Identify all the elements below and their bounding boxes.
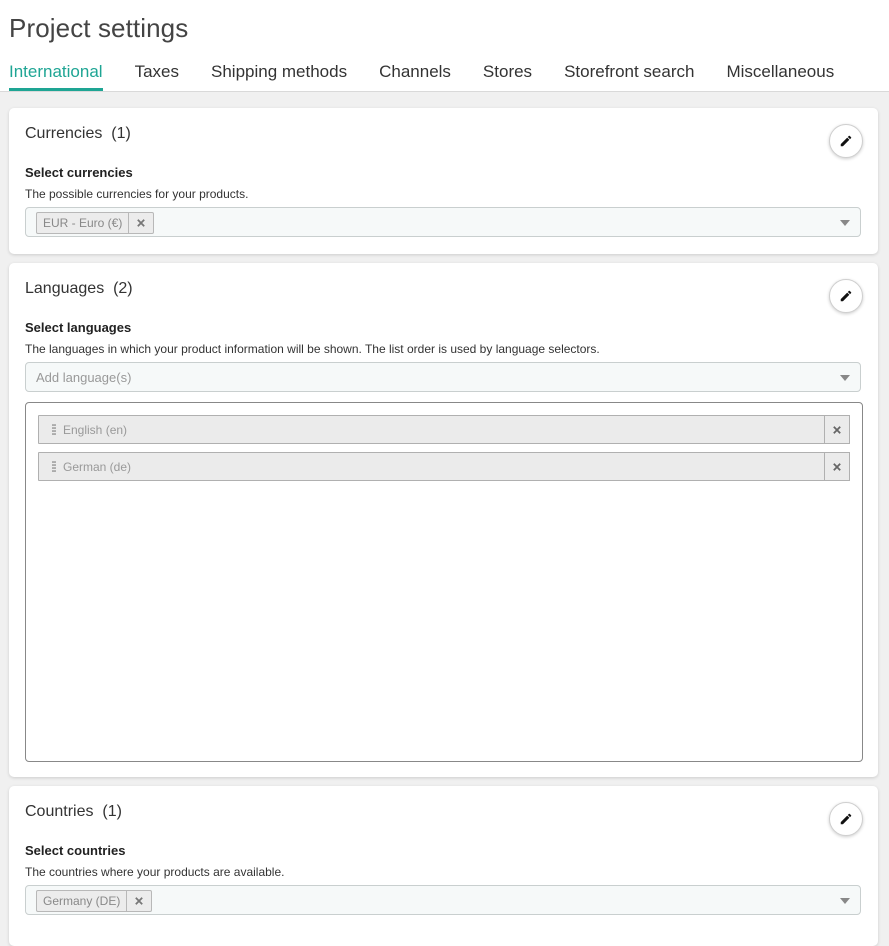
currencies-select[interactable]: EUR - Euro (€) (25, 207, 861, 237)
countries-select[interactable]: Germany (DE) (25, 885, 861, 915)
tab-taxes[interactable]: Taxes (135, 61, 179, 91)
edit-countries-button[interactable] (829, 802, 863, 836)
language-item-label: English (en) (63, 423, 128, 437)
language-list: English (en) German (de) (25, 402, 863, 762)
remove-currency-button[interactable] (128, 213, 153, 233)
caret-down-icon[interactable] (840, 220, 850, 226)
languages-select[interactable]: Add language(s) (25, 362, 861, 392)
tab-channels[interactable]: Channels (379, 61, 451, 91)
currencies-title: Currencies (1) (25, 125, 131, 143)
countries-count: (1) (102, 803, 122, 820)
tab-storefront-search[interactable]: Storefront search (564, 61, 694, 91)
currencies-help: The possible currencies for your product… (25, 187, 249, 201)
tab-miscellaneous[interactable]: Miscellaneous (726, 61, 834, 91)
currencies-count: (1) (111, 125, 131, 142)
tab-shipping-methods[interactable]: Shipping methods (211, 61, 347, 91)
drag-handle-icon[interactable] (52, 424, 56, 436)
currency-chip-label: EUR - Euro (€) (43, 216, 123, 230)
caret-down-icon[interactable] (840, 375, 850, 381)
countries-title: Countries (1) (25, 803, 122, 821)
remove-country-button[interactable] (126, 891, 151, 911)
languages-title-label: Languages (25, 280, 105, 297)
edit-currencies-button[interactable] (829, 124, 863, 158)
drag-handle-icon[interactable] (52, 461, 56, 473)
countries-help: The countries where your products are av… (25, 865, 285, 879)
countries-card: Countries (1) Select countries The count… (9, 786, 878, 946)
pencil-icon (840, 135, 852, 147)
country-chip: Germany (DE) (36, 890, 153, 912)
remove-language-button[interactable] (824, 452, 850, 481)
languages-help: The languages in which your product info… (25, 342, 600, 356)
languages-placeholder[interactable]: Add language(s) (36, 370, 131, 385)
language-item[interactable]: English (en) (38, 415, 850, 444)
language-item[interactable]: German (de) (38, 452, 850, 481)
currencies-title-label: Currencies (25, 125, 103, 142)
close-icon (833, 462, 841, 471)
languages-field-label: Select languages (25, 320, 132, 335)
tab-international[interactable]: International (9, 61, 103, 91)
close-icon (137, 219, 146, 227)
tab-bar: International Taxes Shipping methods Cha… (9, 61, 866, 91)
pencil-icon (840, 290, 852, 302)
caret-down-icon[interactable] (840, 898, 850, 904)
close-icon (833, 425, 841, 434)
countries-title-label: Countries (25, 803, 94, 820)
languages-card: Languages (2) Select languages The langu… (9, 263, 878, 777)
tab-stores[interactable]: Stores (483, 61, 532, 91)
edit-languages-button[interactable] (829, 279, 863, 313)
countries-field-label: Select countries (25, 843, 126, 858)
page-title: Project settings (9, 13, 189, 43)
country-chip-label: Germany (DE) (43, 894, 121, 908)
currencies-card: Currencies (1) Select currencies The pos… (9, 108, 878, 254)
currency-chip: EUR - Euro (€) (36, 212, 155, 234)
language-item-label: German (de) (63, 460, 132, 474)
languages-title: Languages (2) (25, 280, 133, 298)
languages-count: (2) (113, 280, 133, 297)
header: Project settings International Taxes Shi… (0, 0, 889, 92)
remove-language-button[interactable] (824, 415, 850, 444)
close-icon (135, 897, 144, 905)
currencies-field-label: Select currencies (25, 165, 133, 180)
pencil-icon (840, 813, 852, 825)
